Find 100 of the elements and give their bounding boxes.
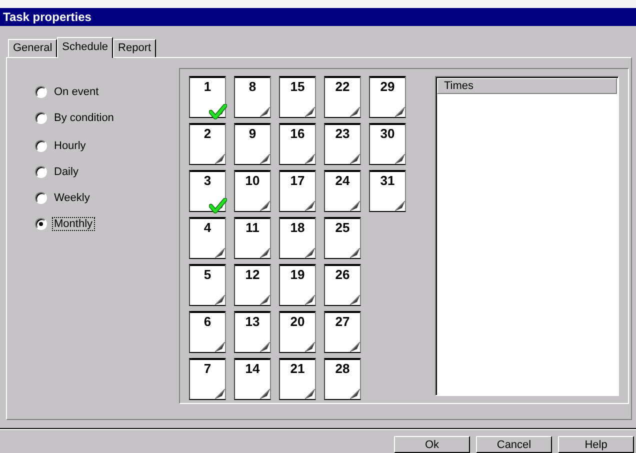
page-corner-icon [215, 389, 225, 399]
radio-label[interactable]: On event [52, 85, 101, 99]
day-number: 18 [290, 220, 305, 235]
day-number: 7 [204, 361, 212, 376]
day-page[interactable]: 6 [189, 311, 226, 353]
day-number: 11 [246, 220, 260, 235]
day-page[interactable]: 14 [234, 358, 271, 400]
radio-label[interactable]: Daily [52, 165, 80, 179]
page-corner-icon [215, 342, 225, 352]
day-page[interactable]: 2 [189, 123, 226, 165]
page-corner-icon [395, 107, 405, 117]
day-page[interactable]: 18 [279, 217, 316, 259]
day-page[interactable]: 9 [234, 123, 271, 165]
radio-label[interactable]: Weekly [52, 191, 92, 205]
day-number: 27 [335, 314, 350, 329]
day-number: 25 [335, 220, 350, 235]
day-number: 24 [335, 173, 350, 188]
dialog-button[interactable]: Cancel [476, 436, 552, 453]
page-corner-icon [215, 248, 225, 258]
page-corner-icon [305, 295, 315, 305]
day-number: 29 [380, 79, 395, 94]
page-corner-icon [350, 248, 360, 258]
page-corner-icon [305, 201, 315, 211]
radio-button[interactable] [35, 218, 47, 230]
day-page[interactable]: 16 [279, 123, 316, 165]
radio-label[interactable]: By condition [52, 111, 116, 125]
page-corner-icon [260, 154, 270, 164]
day-page[interactable]: 23 [324, 123, 361, 165]
page-corner-icon [260, 342, 270, 352]
day-number: 28 [335, 361, 350, 376]
radio-button[interactable] [35, 112, 47, 124]
day-number: 2 [204, 126, 212, 141]
page-corner-icon [260, 248, 270, 258]
day-number: 6 [204, 314, 212, 329]
page-corner-icon [350, 201, 360, 211]
day-page[interactable]: 10 [234, 170, 271, 212]
page-corner-icon [350, 342, 360, 352]
page-corner-icon [260, 107, 270, 117]
radio-button[interactable] [35, 166, 47, 178]
day-page[interactable]: 4 [189, 217, 226, 259]
day-number: 8 [248, 79, 256, 94]
page-corner-icon [350, 295, 360, 305]
tab[interactable]: Report [113, 39, 156, 57]
tab[interactable]: Schedule [57, 37, 114, 58]
day-page[interactable]: 25 [324, 217, 361, 259]
day-page[interactable]: 13 [234, 311, 271, 353]
day-page[interactable]: 5 [189, 264, 226, 306]
day-page[interactable]: 11 [234, 217, 271, 259]
times-list[interactable]: Times [435, 76, 619, 396]
column-header[interactable]: Times [437, 78, 617, 94]
day-page[interactable]: 17 [279, 170, 316, 212]
day-number: 31 [380, 173, 395, 188]
page-corner-icon [305, 248, 315, 258]
day-page[interactable]: 12 [234, 264, 271, 306]
day-number: 19 [290, 267, 305, 282]
day-number: 30 [380, 126, 395, 141]
day-number: 9 [248, 126, 256, 141]
day-page[interactable]: 7 [189, 358, 226, 400]
day-page[interactable]: 28 [324, 358, 361, 400]
day-page[interactable]: 8 [234, 76, 271, 118]
day-page[interactable]: 19 [279, 264, 316, 306]
day-page[interactable]: 24 [324, 170, 361, 212]
day-page[interactable]: 29 [369, 76, 406, 118]
window-title: Task properties [0, 8, 636, 26]
day-number: 5 [204, 267, 212, 282]
day-number: 21 [290, 361, 305, 376]
page-corner-icon [305, 342, 315, 352]
radio-button[interactable] [35, 192, 47, 204]
page-corner-icon [350, 107, 360, 117]
day-page[interactable]: 21 [279, 358, 316, 400]
day-page[interactable]: 31 [369, 170, 406, 212]
page-corner-icon [350, 154, 360, 164]
page-corner-icon [305, 389, 315, 399]
dialog-button[interactable]: Help [558, 436, 634, 453]
page-corner-icon [395, 201, 405, 211]
radio-button[interactable] [35, 86, 47, 98]
day-number: 3 [204, 173, 212, 188]
day-page[interactable]: 3 [189, 170, 226, 212]
day-number: 4 [204, 220, 212, 235]
day-number: 10 [245, 173, 260, 188]
dialog-button[interactable]: Ok [394, 436, 470, 453]
day-page[interactable]: 26 [324, 264, 361, 306]
page-corner-icon [260, 389, 270, 399]
day-number: 15 [290, 79, 305, 94]
day-page[interactable]: 1 [189, 76, 226, 118]
page-corner-icon [305, 154, 315, 164]
radio-button[interactable] [35, 140, 47, 152]
day-number: 16 [290, 126, 305, 141]
day-page[interactable]: 20 [279, 311, 316, 353]
radio-label[interactable]: Hourly [52, 139, 88, 153]
day-number: 26 [335, 267, 350, 282]
day-page[interactable]: 27 [324, 311, 361, 353]
page-corner-icon [350, 389, 360, 399]
radio-label[interactable]: Monthly [52, 217, 95, 231]
day-page[interactable]: 15 [279, 76, 316, 118]
day-page[interactable]: 30 [369, 123, 406, 165]
day-page[interactable]: 22 [324, 76, 361, 118]
page-corner-icon [215, 154, 225, 164]
page-corner-icon [260, 295, 270, 305]
day-number: 14 [245, 361, 260, 376]
